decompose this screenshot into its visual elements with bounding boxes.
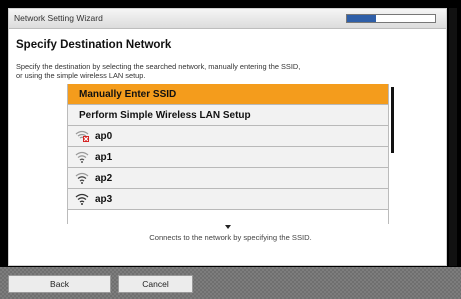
option-simple-setup[interactable]: Perform Simple Wireless LAN Setup — [68, 105, 388, 126]
network-name: ap3 — [95, 193, 113, 205]
network-item-ap3[interactable]: ap3 — [68, 189, 388, 210]
right-edge-rail — [449, 8, 457, 266]
network-name: ap1 — [95, 151, 113, 163]
description-line-1: Specify the destination by selecting the… — [16, 62, 301, 71]
network-item-ap0[interactable]: ap0 — [68, 126, 388, 147]
wifi-strong-icon — [75, 193, 89, 205]
network-name: ap0 — [95, 130, 113, 142]
wifi-icon — [75, 172, 89, 184]
network-item-ap1[interactable]: ap1 — [68, 147, 388, 168]
page-description: Specify the destination by selecting the… — [16, 62, 396, 80]
help-text: Connects to the network by specifying th… — [149, 233, 312, 242]
network-list[interactable]: Manually Enter SSID Perform Simple Wirel… — [67, 84, 389, 224]
progress-fill — [347, 15, 377, 22]
scroll-down-arrow-icon[interactable] — [225, 225, 231, 229]
description-line-2: or using the simple wireless LAN setup. — [16, 71, 146, 80]
list-scrollbar[interactable] — [391, 87, 394, 153]
title-bar: Network Setting Wizard — [9, 9, 446, 29]
option-label: Perform Simple Wireless LAN Setup — [79, 109, 251, 121]
progress-bar — [346, 14, 436, 23]
wifi-icon — [75, 151, 89, 163]
option-label: Manually Enter SSID — [79, 88, 177, 100]
screen: Network Setting Wizard Specify Destinati… — [0, 0, 461, 299]
page-title: Specify Destination Network — [16, 39, 172, 51]
back-button[interactable]: Back — [8, 275, 111, 293]
cancel-button[interactable]: Cancel — [118, 275, 193, 293]
window-title: Network Setting Wizard — [14, 13, 103, 23]
wifi-locked-icon — [75, 130, 89, 142]
network-item-ap2[interactable]: ap2 — [68, 168, 388, 189]
network-name: ap2 — [95, 172, 113, 184]
footer-bar: Back Cancel — [0, 267, 461, 299]
option-manual-ssid[interactable]: Manually Enter SSID — [68, 84, 388, 105]
